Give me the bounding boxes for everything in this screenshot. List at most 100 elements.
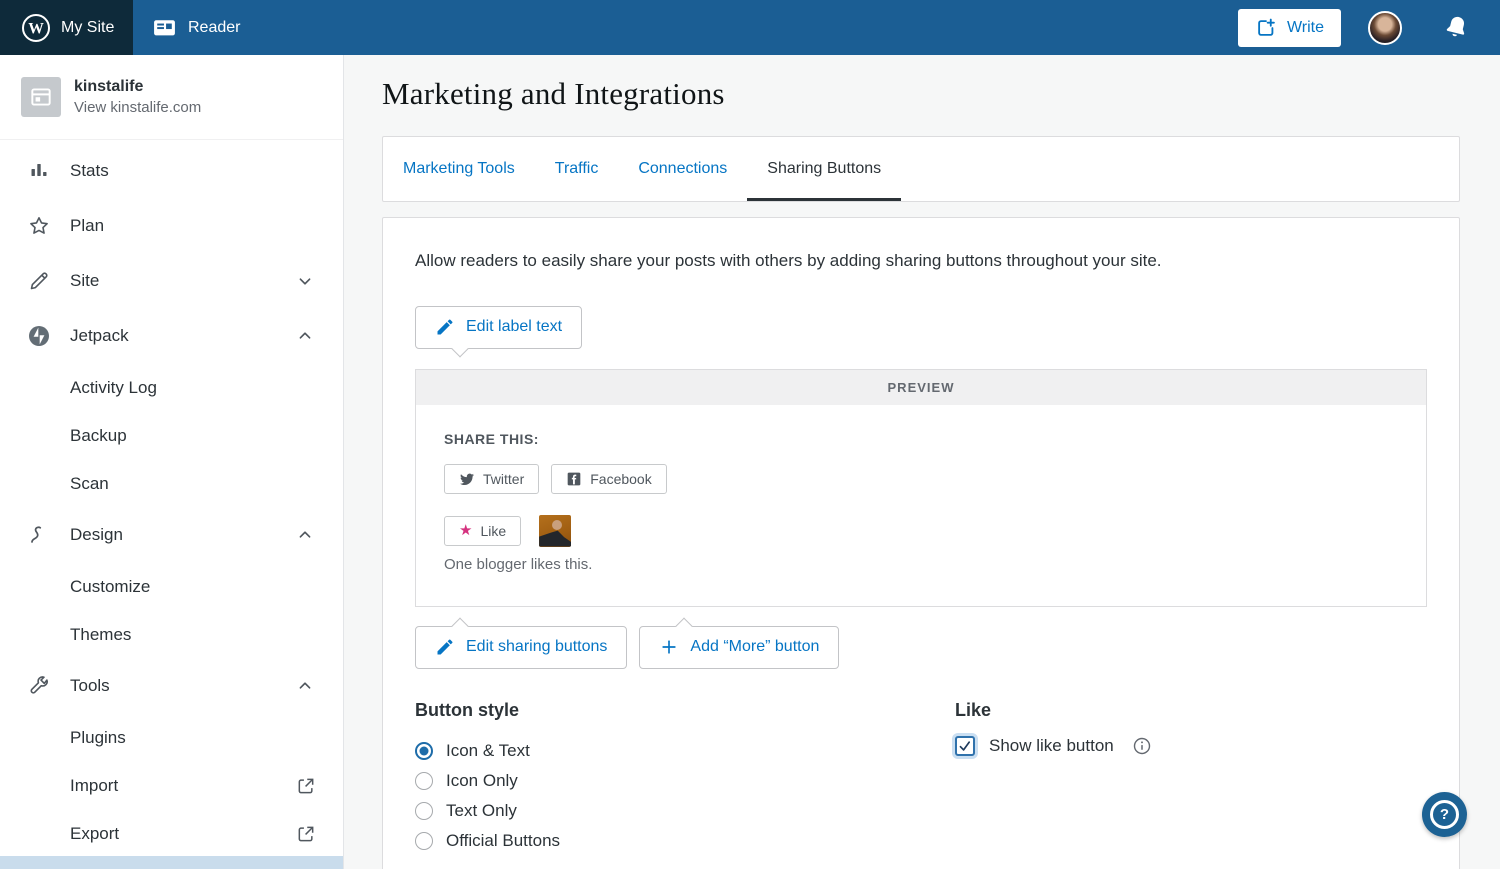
stats-icon <box>27 159 51 183</box>
masterbar: W My Site Reader Write <box>0 0 1500 55</box>
edit-pencil-icon <box>435 317 455 337</box>
sidebar-item-label: Export <box>70 824 119 844</box>
pointer <box>676 617 693 634</box>
site-icon <box>21 77 61 117</box>
sidebar-item-activity-log[interactable]: Activity Log <box>0 364 343 412</box>
sidebar-item-themes[interactable]: Themes <box>0 611 343 659</box>
pencil-icon <box>27 269 51 293</box>
main-content: Marketing and Integrations Marketing Too… <box>344 55 1500 869</box>
like-star-icon: ★ <box>459 523 472 538</box>
button-style-heading: Button style <box>415 700 955 721</box>
sidebar-item-customize[interactable]: Customize <box>0 563 343 611</box>
tab-sharing-buttons[interactable]: Sharing Buttons <box>747 137 901 201</box>
sidebar-item-export[interactable]: Export <box>0 810 343 858</box>
radio-text-only[interactable]: Text Only <box>415 796 955 826</box>
sidebar-menu: Stats Plan Site <box>0 140 343 858</box>
sidebar-item-label: Themes <box>70 625 131 645</box>
sidebar-item-label: Jetpack <box>70 326 129 346</box>
tab-marketing-tools[interactable]: Marketing Tools <box>383 137 535 201</box>
pointer <box>452 617 469 634</box>
sidebar-item-plan[interactable]: Plan <box>0 199 343 254</box>
sidebar-item-backup[interactable]: Backup <box>0 412 343 460</box>
edit-sharing-buttons-button[interactable]: Edit sharing buttons <box>415 626 627 669</box>
sidebar-item-label: Site <box>70 271 99 291</box>
my-site-label: My Site <box>61 19 114 37</box>
write-button[interactable]: Write <box>1238 9 1341 47</box>
edit-label-text: Edit label text <box>466 318 562 336</box>
edit-label-text-button[interactable]: Edit label text <box>415 306 582 349</box>
svg-text:W: W <box>28 20 44 37</box>
like-heading: Like <box>955 700 1152 721</box>
sidebar-selected-item-partial[interactable] <box>0 856 343 869</box>
sidebar-item-label: Scan <box>70 474 109 494</box>
plus-icon <box>659 637 679 657</box>
sidebar-item-label: Design <box>70 525 123 545</box>
liker-avatar[interactable] <box>539 515 571 547</box>
add-more-button[interactable]: Add “More” button <box>639 626 839 669</box>
wrench-icon <box>27 674 51 698</box>
help-button[interactable]: ? <box>1422 792 1467 837</box>
like-caption: One blogger likes this. <box>444 556 1398 573</box>
radio-selected[interactable] <box>415 742 433 760</box>
sidebar-item-label: Backup <box>70 426 127 446</box>
sidebar-item-tools[interactable]: Tools <box>0 659 343 714</box>
edit-pencil-icon <box>435 637 455 657</box>
sidebar-item-label: Plugins <box>70 728 126 748</box>
write-label: Write <box>1287 19 1324 37</box>
site-switcher[interactable]: kinstalife View kinstalife.com <box>0 55 343 140</box>
radio-icon-only[interactable]: Icon Only <box>415 766 955 796</box>
sidebar-item-scan[interactable]: Scan <box>0 460 343 508</box>
sidebar-item-label: Import <box>70 776 118 796</box>
write-icon <box>1255 17 1277 39</box>
sharing-preview: PREVIEW SHARE THIS: Twitter <box>415 369 1427 607</box>
question-mark-icon: ? <box>1430 800 1459 829</box>
like-label: Like <box>480 523 506 539</box>
facebook-label: Facebook <box>590 471 651 487</box>
sidebar-item-design[interactable]: Design <box>0 508 343 563</box>
pointer <box>452 340 469 357</box>
facebook-icon <box>566 471 582 487</box>
sharing-buttons-panel: Allow readers to easily share your posts… <box>382 217 1460 869</box>
radio[interactable] <box>415 772 433 790</box>
notifications-bell-icon[interactable] <box>1443 14 1470 41</box>
chevron-down-icon <box>294 270 316 292</box>
my-site-menu[interactable]: W My Site <box>0 0 133 55</box>
radio-official-buttons[interactable]: Official Buttons <box>415 826 955 856</box>
reader-icon <box>152 15 177 40</box>
info-icon[interactable] <box>1132 736 1152 756</box>
external-link-icon <box>296 824 316 844</box>
reader-menu[interactable]: Reader <box>152 15 240 40</box>
facebook-share-button[interactable]: Facebook <box>551 464 666 494</box>
show-like-checkbox[interactable] <box>955 736 975 756</box>
sidebar-item-site[interactable]: Site <box>0 254 343 309</box>
sidebar: kinstalife View kinstalife.com Stats <box>0 55 344 869</box>
sidebar-item-plugins[interactable]: Plugins <box>0 714 343 762</box>
radio[interactable] <box>415 802 433 820</box>
panel-description: Allow readers to easily share your posts… <box>415 248 1427 274</box>
user-avatar[interactable] <box>1368 11 1402 45</box>
reader-label: Reader <box>188 19 240 37</box>
edit-sharing-buttons-label: Edit sharing buttons <box>466 638 607 656</box>
wordpress-logo-icon: W <box>21 13 51 43</box>
radio-icon-and-text[interactable]: Icon & Text <box>415 736 955 766</box>
radio[interactable] <box>415 832 433 850</box>
sidebar-item-jetpack[interactable]: Jetpack <box>0 309 343 364</box>
sidebar-item-import[interactable]: Import <box>0 762 343 810</box>
preview-body: SHARE THIS: Twitter <box>416 405 1426 606</box>
external-link-icon <box>296 776 316 796</box>
tab-traffic[interactable]: Traffic <box>535 137 619 201</box>
sidebar-item-label: Tools <box>70 676 110 696</box>
twitter-label: Twitter <box>483 471 524 487</box>
show-like-label: Show like button <box>989 736 1114 756</box>
tab-connections[interactable]: Connections <box>618 137 747 201</box>
sidebar-item-stats[interactable]: Stats <box>0 144 343 199</box>
site-url: View kinstalife.com <box>74 98 201 118</box>
sidebar-item-label: Stats <box>70 161 109 181</box>
chevron-up-icon <box>294 325 316 347</box>
like-button[interactable]: ★ Like <box>444 516 521 546</box>
squiggle-icon <box>27 523 51 547</box>
add-more-label: Add “More” button <box>690 638 819 656</box>
sidebar-item-label: Activity Log <box>70 378 157 398</box>
page-title: Marketing and Integrations <box>382 76 1460 112</box>
twitter-share-button[interactable]: Twitter <box>444 464 539 494</box>
